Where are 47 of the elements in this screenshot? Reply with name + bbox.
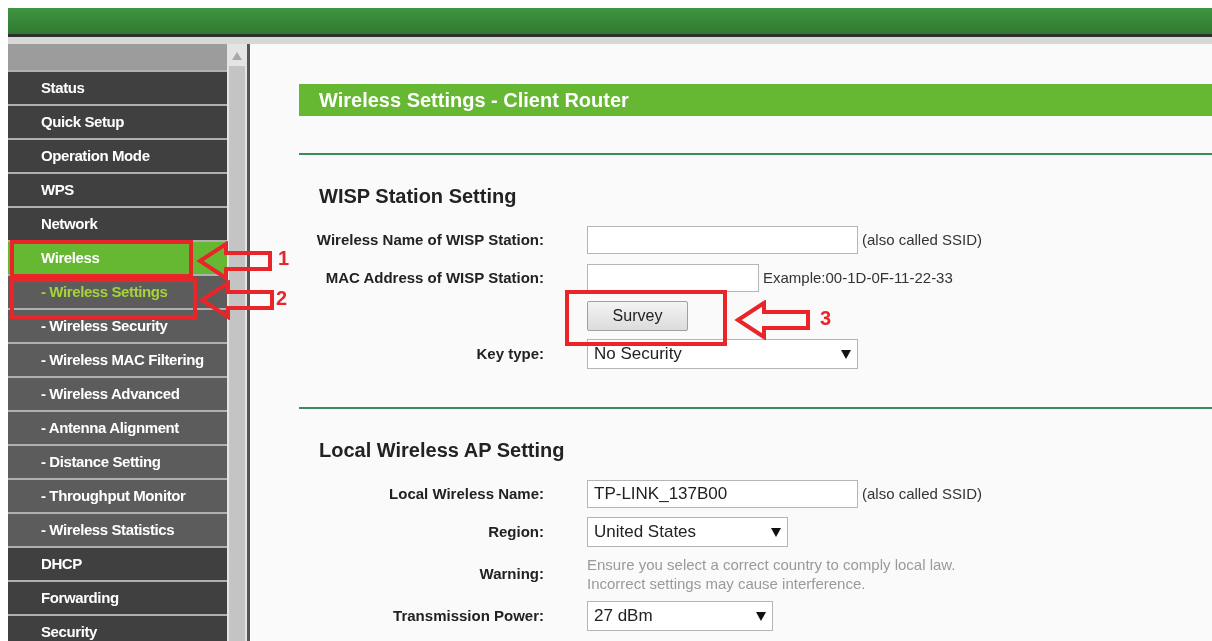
sidebar-item[interactable]: Network <box>8 208 227 240</box>
field-label: Local Wireless Name: <box>389 483 544 504</box>
warning-text: Incorrect settings may cause interference. <box>587 574 867 593</box>
input-field[interactable]: TP-LINK_137B00 <box>587 480 858 508</box>
arrow-icon <box>734 300 812 340</box>
field-label: Wireless Name of WISP Station: <box>316 229 544 250</box>
hint-text: (also called SSID) <box>862 229 983 250</box>
field-label: MAC Address of WISP Station: <box>325 267 544 288</box>
input-field[interactable] <box>587 264 759 292</box>
caret-icon <box>841 349 851 359</box>
sidebar-item[interactable]: Operation Mode <box>8 140 227 172</box>
sidebar-item[interactable]: Forwarding <box>8 582 227 614</box>
step-number: 2 <box>276 288 288 308</box>
caret-icon <box>756 611 766 621</box>
sidebar-item[interactable]: - Wireless MAC Filtering <box>8 344 227 376</box>
page-title: Wireless Settings - Client Router <box>299 84 1212 116</box>
warning-text: Ensure you select a correct country to comply local law. <box>587 555 956 574</box>
scroll-up-icon[interactable] <box>232 52 242 60</box>
sidebar-item[interactable]: - Wireless Advanced <box>8 378 227 410</box>
dropdown[interactable]: 27 dBm <box>587 601 773 631</box>
sidebar-item[interactable]: Quick Setup <box>8 106 227 138</box>
arrow-icon <box>196 241 274 281</box>
caret-icon <box>771 527 781 537</box>
hint-text: (also called SSID) <box>862 483 983 504</box>
step-number: 1 <box>278 248 290 268</box>
arrow-icon <box>198 280 276 320</box>
sidebar-item[interactable]: Security <box>8 616 227 641</box>
sidebar-item[interactable]: - Distance Setting <box>8 446 227 478</box>
step-number: 3 <box>820 308 832 328</box>
hint-text: Example:00-1D-0F-11-22-33 <box>763 267 953 288</box>
sidebar-item[interactable]: WPS <box>8 174 227 206</box>
field-label: Region: <box>488 521 544 542</box>
input-field[interactable] <box>587 226 858 254</box>
scrollbar[interactable] <box>227 44 247 641</box>
section-heading: WISP Station Setting <box>318 184 518 209</box>
sidebar-item[interactable]: Status <box>8 72 227 104</box>
dropdown[interactable]: United States <box>587 517 788 547</box>
sidebar-item[interactable]: - Throughput Monitor <box>8 480 227 512</box>
survey-button[interactable]: Survey <box>587 301 688 331</box>
sidebar-item[interactable]: - Wireless Statistics <box>8 514 227 546</box>
field-label: Key type: <box>476 343 544 364</box>
sidebar-item[interactable]: - Antenna Alignment <box>8 412 227 444</box>
field-label: Warning: <box>479 563 544 584</box>
dropdown[interactable]: No Security <box>587 339 858 369</box>
sidebar-item[interactable]: DHCP <box>8 548 227 580</box>
section-heading: Local Wireless AP Setting <box>318 438 566 463</box>
field-label: Transmission Power: <box>393 605 544 626</box>
